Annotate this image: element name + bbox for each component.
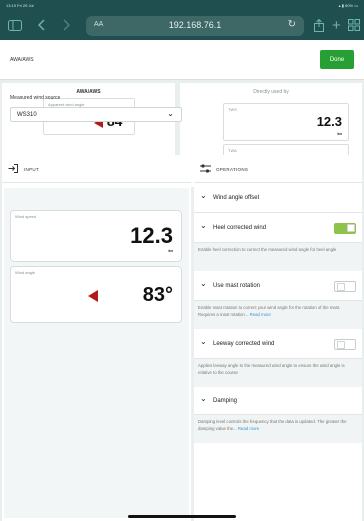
chevron-down-icon: ⌄ [200, 279, 207, 288]
page-header: AWA/AWS Done [0, 40, 364, 80]
wind-angle-value: 83° [142, 284, 173, 306]
wind-angle-box: Wind angle 83° [10, 266, 182, 323]
read-more-link[interactable]: Read more [250, 312, 271, 317]
wind-source-value: WS310 [17, 112, 37, 118]
wind-speed-label: Wind speed [15, 214, 37, 219]
twa-label: TWA [228, 148, 237, 153]
reload-icon[interactable]: ↻ [288, 19, 296, 30]
page-title: AWA/AWS [10, 57, 34, 63]
chevron-down-icon: ⌄ [200, 191, 207, 200]
wind-angle-label: Wind angle [15, 270, 36, 275]
sidebar-icon[interactable] [8, 18, 22, 32]
chevron-down-icon: ⌄ [200, 394, 207, 403]
leeway-description: Applies leeway angle to the measured win… [194, 359, 362, 387]
wind-speed-box: Wind speed 12.3 kn [10, 210, 182, 262]
damping-description: Damping level controls the frequency tha… [194, 415, 362, 443]
chevron-down-icon: ⌄ [167, 109, 174, 118]
operations-panel: OPERATIONS ⌄ Wind angle offset ⌄ Heel co… [194, 155, 362, 521]
operations-panel-title: OPERATIONS [216, 167, 249, 172]
url-text: 192.168.76.1 [168, 20, 222, 30]
mast-rotation-toggle[interactable] [334, 281, 356, 292]
forward-icon[interactable] [62, 18, 70, 32]
directly-used-title: Directly used by [253, 89, 289, 95]
heel-correction-description: Enable heel correction to correct the me… [194, 243, 362, 271]
input-panel-title: INPUT [24, 167, 39, 172]
tws-label: TWS [228, 107, 237, 112]
chevron-down-icon: ⌄ [200, 221, 207, 230]
tws-unit: kn [337, 131, 342, 136]
tws-box: TWS 12.3 kn [223, 103, 349, 141]
accordion-title: Damping [213, 398, 238, 404]
accordion-heel-corrected-wind[interactable]: ⌄ Heel corrected wind [194, 213, 362, 243]
share-icon[interactable] [314, 18, 324, 32]
chevron-down-icon: ⌄ [200, 337, 207, 346]
accordion-title: Heel corrected wind [213, 225, 267, 231]
accordion-use-mast-rotation[interactable]: ⌄ Use mast rotation [194, 271, 362, 301]
new-tab-icon[interactable]: + [332, 17, 341, 34]
operations-panel-header: OPERATIONS [194, 155, 362, 183]
input-panel-header: INPUT [2, 155, 191, 183]
status-bar: 13:19 Fri 29 Jul ▴ ▮ 80% ▭ [0, 0, 364, 10]
mast-rotation-description: Enable mast rotation to correct your win… [194, 301, 362, 329]
sliders-icon [200, 164, 211, 175]
browser-toolbar: AA 192.168.76.1 ↻ + [0, 10, 364, 40]
leeway-toggle[interactable] [334, 339, 356, 350]
accordion-title: Use mast rotation [213, 283, 261, 289]
read-more-link[interactable]: Read more [238, 426, 259, 431]
home-indicator [128, 515, 236, 518]
accordion-title: Leeway corrected wind [213, 341, 275, 347]
tws-value: 12.3 [316, 114, 342, 129]
wind-speed-unit: kn [168, 248, 173, 253]
wind-source-select[interactable]: WS310 ⌄ [10, 107, 182, 122]
tabs-icon[interactable] [348, 18, 360, 32]
app-content: AWA/AWS Done AWA/AWS Apparent wind angle… [0, 40, 364, 521]
input-icon [8, 164, 18, 175]
accordion-title: Wind angle offset [213, 195, 260, 201]
wind-angle-arrow-icon [88, 290, 98, 302]
done-button[interactable]: Done [320, 50, 354, 69]
wind-source-label: Measured wind source [10, 95, 61, 101]
status-time: 13:19 Fri 29 Jul [6, 3, 34, 8]
wind-speed-value: 12.3 [130, 223, 173, 248]
status-indicators: ▴ ▮ 80% ▭ [338, 3, 358, 8]
accordion-damping[interactable]: ⌄ Damping [194, 387, 362, 415]
back-icon[interactable] [38, 18, 46, 32]
heel-correction-toggle[interactable] [334, 223, 356, 234]
accordion-wind-angle-offset[interactable]: ⌄ Wind angle offset [194, 183, 362, 213]
accordion-leeway-corrected-wind[interactable]: ⌄ Leeway corrected wind [194, 329, 362, 359]
address-bar[interactable]: AA 192.168.76.1 ↻ [86, 16, 304, 36]
